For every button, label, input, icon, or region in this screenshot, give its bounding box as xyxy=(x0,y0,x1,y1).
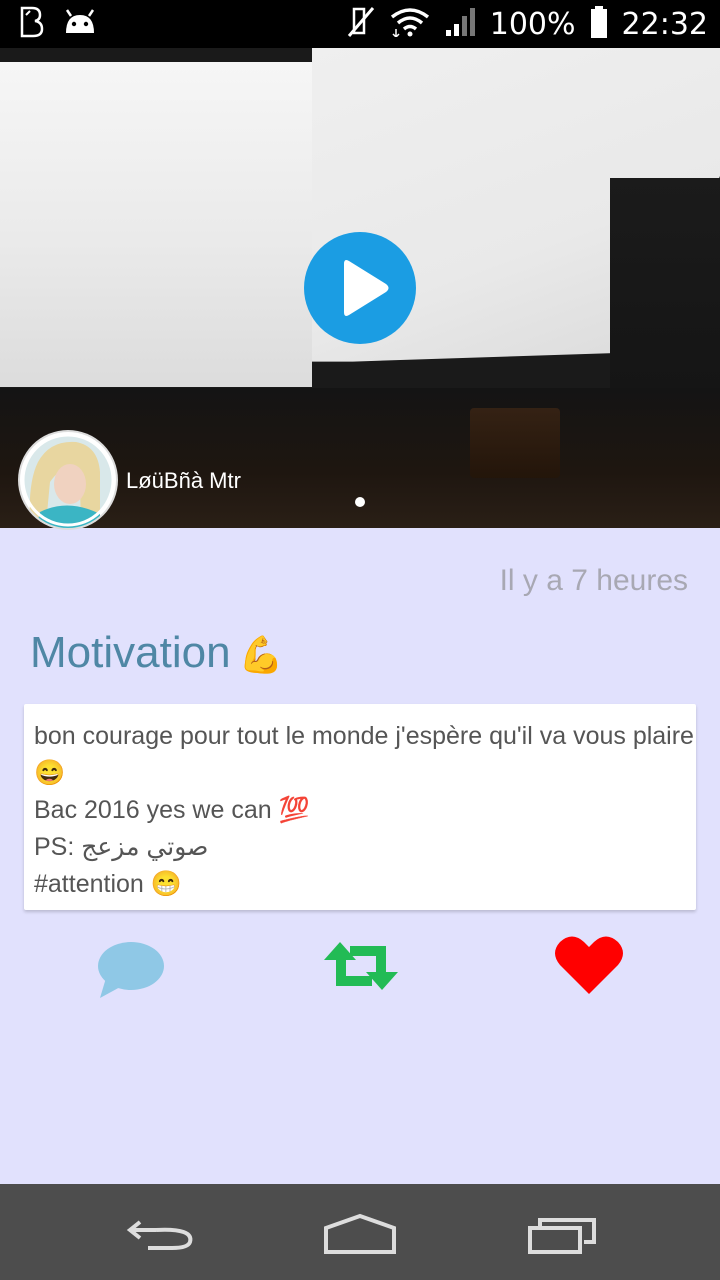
navigation-bar xyxy=(0,1184,720,1280)
page-indicator-dot xyxy=(355,497,365,507)
like-button[interactable] xyxy=(554,934,624,1001)
status-bar: 100% 22:32 xyxy=(0,0,720,48)
back-icon xyxy=(126,1220,193,1250)
post-title-text: Motivation xyxy=(30,628,231,677)
username[interactable]: LøüBñà Mtr xyxy=(126,468,241,494)
b-app-icon xyxy=(18,6,44,43)
battery-icon xyxy=(590,5,608,43)
mute-icon xyxy=(346,5,376,44)
post-timestamp: Il y a 7 heures xyxy=(499,564,688,597)
heart-icon xyxy=(555,936,623,994)
video-frame-wall xyxy=(0,62,312,387)
comment-button[interactable] xyxy=(96,940,166,1005)
android-debug-icon xyxy=(62,8,98,40)
flexed-biceps-emoji: 💪 xyxy=(238,634,284,675)
wifi-icon xyxy=(390,7,430,42)
post-line-hashtag[interactable]: #attention 😁 xyxy=(34,866,686,903)
battery-percent: 100% xyxy=(489,6,576,42)
signal-icon xyxy=(444,6,476,43)
post-title: Motivation 💪 xyxy=(30,628,283,678)
post-line: bon courage pour tout le monde j'espère … xyxy=(34,722,694,750)
back-button[interactable] xyxy=(112,1200,208,1264)
play-icon xyxy=(344,260,389,316)
post-actions xyxy=(0,928,720,1008)
post-card: bon courage pour tout le monde j'espère … xyxy=(24,704,696,910)
avatar[interactable] xyxy=(20,432,116,528)
clock: 22:32 xyxy=(621,6,708,42)
comment-icon xyxy=(98,942,164,998)
play-button[interactable] xyxy=(304,232,416,344)
repost-icon xyxy=(324,942,398,990)
recents-button[interactable] xyxy=(512,1200,608,1264)
home-icon xyxy=(324,1213,396,1254)
post-line: 😄 xyxy=(34,759,66,787)
post-line: PS: صوتي مزعج xyxy=(34,833,209,861)
video-frame-object xyxy=(470,408,560,478)
recents-icon xyxy=(528,1218,596,1254)
post-line: Bac 2016 yes we can 💯 xyxy=(34,796,310,824)
home-button[interactable] xyxy=(312,1200,408,1264)
repost-button[interactable] xyxy=(324,940,398,997)
